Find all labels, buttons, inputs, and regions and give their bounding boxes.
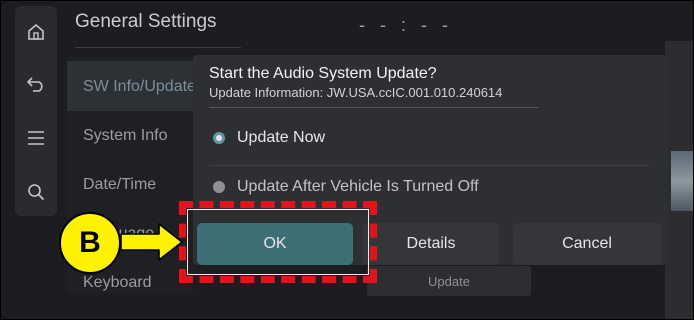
background-thumbnail [671,151,693,211]
menu-item-keyboard[interactable]: Keyboard [83,274,152,292]
home-icon[interactable] [15,12,57,52]
page-title: General Settings [75,11,217,32]
search-icon[interactable] [15,172,57,212]
option-update-after-off[interactable]: Update After Vehicle Is Turned Off [213,178,479,196]
dialog-title: Start the Audio System Update? [209,65,437,82]
back-icon[interactable] [15,64,57,104]
option-label: Update Now [237,129,326,146]
side-rail [15,6,57,216]
menu-item-system-info[interactable]: System Info [83,127,167,145]
highlight-box [179,201,377,283]
clock-display: - - : - - [359,15,453,35]
details-button[interactable]: Details [363,223,499,265]
dialog-divider [209,107,539,108]
option-label: Update After Vehicle Is Turned Off [237,178,479,195]
radio-unselected-icon [213,181,225,193]
callout-badge: B [59,212,121,274]
callout-arrow-icon [120,223,183,261]
menu-item-sw-info[interactable]: SW Info/Update [83,78,196,96]
update-button-background: Update [367,266,531,296]
dialog-subtitle: Update Information: JW.USA.ccIC.001.010.… [209,85,503,100]
option-divider [209,165,649,166]
menu-item-date-time[interactable]: Date/Time [83,176,156,194]
option-update-now[interactable]: Update Now [213,129,325,147]
menu-icon[interactable] [15,118,57,158]
cancel-button[interactable]: Cancel [513,223,661,265]
title-underline [75,47,241,48]
infotainment-screen: General Settings - - : - - SW Info/Updat… [0,0,694,320]
radio-selected-icon [213,132,225,144]
